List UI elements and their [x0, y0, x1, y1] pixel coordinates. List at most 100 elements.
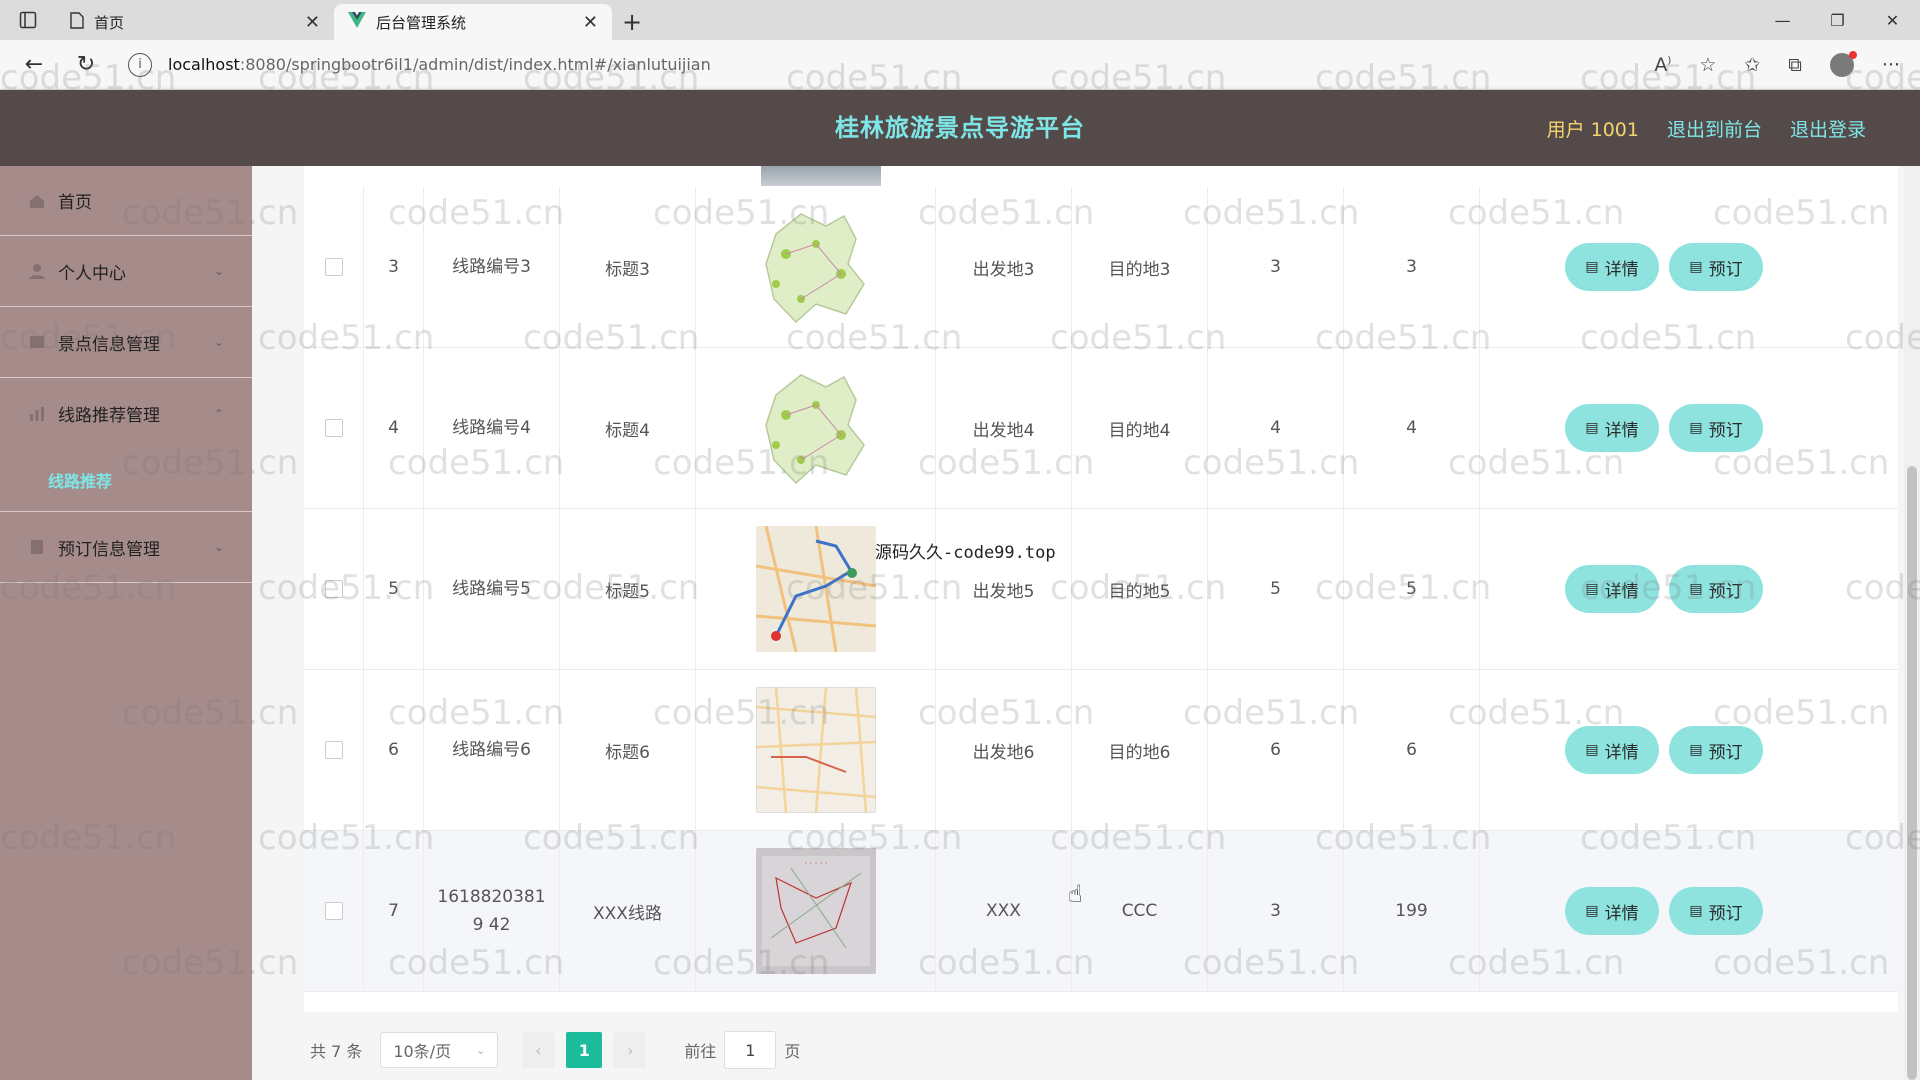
cell-to: CCC	[1072, 831, 1208, 991]
goto-suffix: 页	[784, 1042, 801, 1061]
book-button-label: 预订	[1708, 420, 1743, 441]
tab-admin[interactable]: 后台管理系统 ✕	[334, 4, 612, 40]
row-checkbox[interactable]	[324, 580, 343, 598]
collections-icon[interactable]: ⧉	[1788, 54, 1802, 76]
sidebar: 首页 个人中心 ⌄ 景点信息管理 ⌄ 线路推荐管理 ⌃ 线路推荐 预订信息管理 …	[0, 166, 252, 1080]
cell-from-text: 出发地4	[972, 420, 1035, 441]
sidebar-item-booking[interactable]: 预订信息管理 ⌄	[0, 512, 252, 583]
cell-code: 线路编号4	[424, 348, 560, 508]
goto-label: 前往	[684, 1042, 717, 1061]
route-thumbnail	[755, 365, 876, 491]
chevron-down-icon: ⌄	[476, 1043, 486, 1057]
tab-home[interactable]: 首页 ✕	[56, 4, 334, 40]
back-icon[interactable]: ←	[8, 40, 60, 89]
book-button[interactable]: ▤ 预订	[1669, 726, 1763, 774]
book-button[interactable]: ▤ 预订	[1669, 565, 1763, 613]
scrollbar-thumb[interactable]	[1907, 466, 1917, 1080]
document-icon: ▤	[1585, 259, 1599, 275]
cell-idx: 4	[364, 348, 424, 508]
cell-from-text: XXX	[986, 901, 1021, 921]
cell-from: XXX	[936, 831, 1072, 991]
sidebar-item-profile[interactable]: 个人中心 ⌄	[0, 236, 252, 307]
logout-link[interactable]: 退出登录	[1790, 115, 1866, 142]
minimize-icon[interactable]: —	[1755, 0, 1810, 40]
actions-cell: ▤ 详情 ▤ 预订	[1480, 348, 1898, 508]
page-size-value: 10条/页	[393, 1042, 452, 1061]
back-to-front-link[interactable]: 退出到前台	[1667, 115, 1762, 142]
cell-code: 16188203819 42	[424, 831, 560, 991]
book-button[interactable]: ▤ 预订	[1669, 404, 1763, 452]
next-page-button[interactable]: ›	[614, 1032, 647, 1068]
document-icon: ▤	[1689, 259, 1703, 275]
sidebar-item-route[interactable]: 线路推荐管理 ⌃	[0, 378, 252, 449]
cell-idx: 3	[364, 187, 424, 347]
close-window-icon[interactable]: ✕	[1865, 0, 1920, 40]
more-menu-icon[interactable]: ···	[1882, 54, 1900, 76]
page-number-current[interactable]: 1	[566, 1032, 603, 1068]
book-button[interactable]: ▤ 预订	[1669, 243, 1763, 291]
tab-actions-icon[interactable]	[0, 0, 56, 40]
document-icon: ▤	[1585, 581, 1599, 597]
close-icon[interactable]: ✕	[305, 12, 320, 33]
cell-c1-text: 3	[1270, 257, 1281, 277]
profile-avatar-icon[interactable]	[1829, 50, 1857, 77]
cell-to: 目的地6	[1072, 670, 1208, 830]
cell-to-text: 目的地5	[1108, 581, 1171, 602]
favorites-icon[interactable]: ✩	[1744, 54, 1760, 76]
reload-icon[interactable]: ↻	[60, 40, 112, 89]
url-field[interactable]: i localhost:8080/springbootr6il1/admin/d…	[128, 47, 1378, 83]
cell-idx-text: 6	[388, 740, 399, 760]
checkbox-cell	[304, 348, 364, 508]
book-button[interactable]: ▤ 预订	[1669, 887, 1763, 935]
sidebar-item-home[interactable]: 首页	[0, 166, 252, 236]
route-table: 3 线路编号3 标题3 出发地3 目的地3 3 3 ▤ 详情 ▤ 预订 4 线路编号4 标题4 出发地4 目的…	[304, 166, 1898, 1012]
cell-title: 标题5	[560, 509, 696, 669]
main-content: 3 线路编号3 标题3 出发地3 目的地3 3 3 ▤ 详情 ▤ 预订 4 线路编号4 标题4 出发地4 目的…	[252, 166, 1920, 1080]
book-button-label: 预订	[1708, 259, 1743, 280]
cell-code: 线路编号6	[424, 670, 560, 830]
user-icon	[28, 262, 46, 280]
page-size-select[interactable]: 10条/页 ⌄	[380, 1032, 499, 1068]
close-icon[interactable]: ✕	[583, 12, 598, 33]
cell-code-text: 16188203819 42	[437, 887, 546, 935]
detail-button[interactable]: ▤ 详情	[1565, 404, 1659, 452]
cell-to: 目的地3	[1072, 187, 1208, 347]
home-icon	[28, 192, 46, 210]
goto-page-input[interactable]: 1	[724, 1031, 777, 1069]
add-favorite-icon[interactable]: ☆	[1699, 54, 1716, 76]
new-tab-button[interactable]: +	[612, 4, 652, 40]
cell-from: 出发地6	[936, 670, 1072, 830]
page-icon	[70, 11, 84, 33]
detail-button[interactable]: ▤ 详情	[1565, 565, 1659, 613]
cell-c1: 3	[1208, 187, 1344, 347]
vertical-scrollbar[interactable]	[1904, 166, 1920, 1080]
sidebar-item-scenic[interactable]: 景点信息管理 ⌄	[0, 307, 252, 378]
cell-c2-text: 5	[1406, 579, 1417, 599]
row-checkbox[interactable]	[324, 902, 343, 920]
info-icon[interactable]: i	[128, 52, 152, 77]
restore-icon[interactable]: ❐	[1810, 0, 1865, 40]
prev-page-button[interactable]: ‹	[522, 1032, 555, 1068]
detail-button[interactable]: ▤ 详情	[1565, 243, 1659, 291]
cell-from: 出发地3	[936, 187, 1072, 347]
cell-c1-text: 5	[1270, 579, 1281, 599]
document-icon: ▤	[1585, 903, 1599, 919]
sidebar-item-label: 个人中心	[58, 263, 126, 284]
detail-button[interactable]: ▤ 详情	[1565, 726, 1659, 774]
sidebar-subitem-route-recommend[interactable]: 线路推荐	[0, 449, 252, 512]
row-checkbox[interactable]	[324, 258, 343, 276]
actions-cell: ▤ 详情 ▤ 预订	[1480, 509, 1898, 669]
read-aloud-icon[interactable]: A)	[1654, 54, 1671, 76]
detail-button-label: 详情	[1604, 903, 1639, 924]
row-checkbox[interactable]	[324, 741, 343, 759]
cell-title: XXX线路	[560, 831, 696, 991]
book-button-label: 预订	[1708, 903, 1743, 924]
row-checkbox[interactable]	[324, 419, 343, 437]
table-row: 6 线路编号6 标题6 出发地6 目的地6 6 6 ▤ 详情 ▤ 预订	[304, 670, 1898, 831]
detail-button[interactable]: ▤ 详情	[1565, 887, 1659, 935]
detail-button-label: 详情	[1604, 259, 1639, 280]
cell-to: 目的地4	[1072, 348, 1208, 508]
overlay-watermark-text: 源码久久-code99.top	[875, 543, 1056, 563]
cell-c2: 4	[1344, 348, 1480, 508]
document-icon: ▤	[1689, 581, 1703, 597]
